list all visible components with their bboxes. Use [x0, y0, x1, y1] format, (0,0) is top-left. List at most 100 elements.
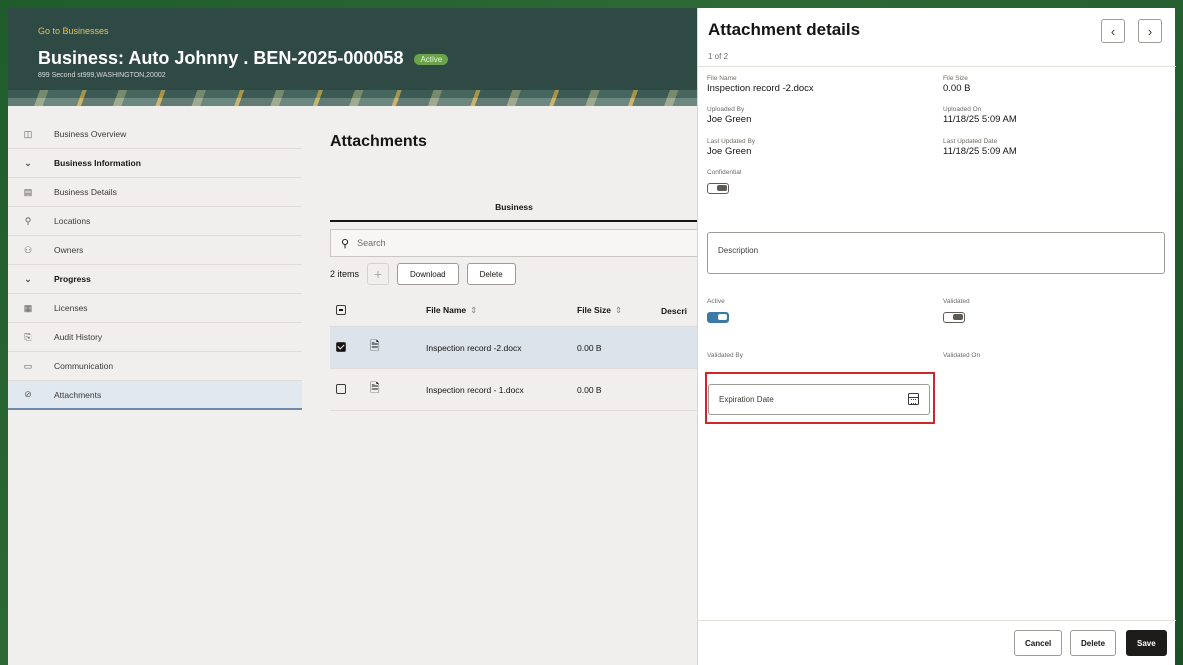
- file-size-value: 0.00 B: [943, 83, 971, 94]
- sidebar-item-business-details[interactable]: ▤ Business Details: [8, 178, 302, 207]
- file-size-cell: 0.00 B: [577, 342, 602, 353]
- sidebar-item-label: Business Overview: [54, 129, 127, 139]
- items-count: 2 items: [330, 269, 360, 279]
- confidential-toggle[interactable]: [707, 183, 729, 194]
- sidebar-item-label: Owners: [54, 245, 84, 255]
- row-checkbox[interactable]: [336, 383, 346, 394]
- sidebar-item-locations[interactable]: ⚲ Locations: [8, 207, 302, 236]
- file-name-label: File Name: [707, 75, 737, 82]
- add-button[interactable]: +: [367, 263, 390, 285]
- description-field[interactable]: Description: [707, 232, 1165, 274]
- table-row[interactable]: 🗎 Inspection record -2.docx 0.00 B: [330, 327, 698, 369]
- previous-button[interactable]: ‹: [1101, 19, 1125, 43]
- audit-icon: ⎘: [24, 331, 32, 342]
- delete-button[interactable]: Delete: [466, 263, 516, 285]
- sidebar-item-label: Locations: [54, 216, 91, 226]
- sidebar-item-attachments[interactable]: ⊘ Attachments: [8, 381, 302, 410]
- sidebar-item-label: Audit History: [54, 332, 103, 342]
- select-all-checkbox[interactable]: [336, 304, 346, 315]
- save-button[interactable]: Save: [1126, 630, 1167, 656]
- chevron-down-icon: ⌄: [24, 273, 32, 284]
- table-header-row: File Name ⇕ File Size ⇕ Descri: [330, 295, 698, 327]
- column-header-file-name[interactable]: File Name ⇕: [426, 305, 577, 316]
- column-header-description[interactable]: Descri: [661, 306, 698, 316]
- record-counter: 1 of 2: [708, 52, 729, 61]
- last-updated-date-value: 11/18/25 5:09 AM: [943, 146, 1017, 157]
- expiration-date-label: Expiration Date: [719, 395, 774, 404]
- status-badge: Active: [414, 53, 449, 65]
- sidebar-item-owners[interactable]: ⚇ Owners: [8, 236, 302, 265]
- content-title: Attachments: [330, 133, 427, 150]
- file-name-value: Inspection record -2.docx: [707, 83, 814, 94]
- row-checkbox[interactable]: [336, 341, 346, 352]
- chevron-down-icon: ⌄: [24, 157, 32, 168]
- paperclip-icon: ⊘: [24, 389, 32, 399]
- attachments-table: File Name ⇕ File Size ⇕ Descri 🗎 Inspectio…: [330, 295, 698, 411]
- validated-on-label: Validated On: [943, 352, 981, 359]
- file-name-cell: Inspection record - 1.docx: [426, 384, 524, 395]
- column-header-file-size[interactable]: File Size ⇕: [577, 305, 661, 316]
- search-input[interactable]: ⚲ Search: [330, 229, 698, 257]
- file-size-label: File Size: [943, 75, 968, 82]
- sidebar-section-progress[interactable]: ⌄ Progress: [8, 265, 302, 294]
- page-header: Go to Businesses Business: Auto Johnny .…: [8, 8, 698, 98]
- footer-divider: [698, 620, 1176, 621]
- sidebar-item-communication[interactable]: ▭ Communication: [8, 352, 302, 381]
- sidebar-item-label: Communication: [54, 361, 114, 371]
- sidebar-item-label: Attachments: [54, 389, 102, 400]
- sidebar-item-business-overview[interactable]: ◫ Business Overview: [8, 120, 302, 149]
- delete-button[interactable]: Delete: [1070, 630, 1117, 656]
- confidential-label: Confidential: [707, 169, 742, 176]
- document-icon: 🗎: [370, 381, 380, 395]
- header-decoration: [8, 90, 698, 106]
- sidebar: ◫ Business Overview ⌄ Business Informati…: [8, 120, 302, 410]
- last-updated-date-label: Last Updated Date: [943, 138, 998, 145]
- uploaded-on-label: Uploaded On: [943, 106, 982, 113]
- main-app: Go to Businesses Business: Auto Johnny .…: [8, 8, 698, 665]
- divider: [698, 66, 1176, 67]
- active-label: Active: [707, 298, 725, 305]
- file-size-cell: 0.00 B: [577, 384, 602, 395]
- sidebar-item-label: Progress: [54, 274, 91, 284]
- sidebar-item-audit-history[interactable]: ⎘ Audit History: [8, 323, 302, 352]
- next-button[interactable]: ›: [1138, 19, 1162, 43]
- uploaded-by-value: Joe Green: [707, 114, 752, 125]
- cancel-button[interactable]: Cancel: [1014, 630, 1063, 656]
- sidebar-item-label: Business Information: [54, 158, 141, 168]
- document-icon: 🗎: [370, 339, 380, 353]
- file-name-cell: Inspection record -2.docx: [426, 342, 522, 353]
- owners-icon: ⚇: [23, 244, 33, 255]
- validated-toggle[interactable]: [943, 312, 965, 323]
- business-address: 899 Second st999,WASHINGTON,20002: [38, 72, 166, 79]
- chevron-left-icon: ‹: [1110, 23, 1116, 39]
- table-row[interactable]: 🗎 Inspection record - 1.docx 0.00 B: [330, 369, 698, 411]
- active-toggle[interactable]: [707, 312, 729, 323]
- license-icon: ▦: [23, 302, 33, 313]
- calendar-icon[interactable]: [908, 393, 919, 405]
- sort-icon[interactable]: ⇕: [615, 305, 622, 315]
- tab-business[interactable]: Business: [330, 202, 698, 222]
- table-toolbar: 2 items + Download Delete: [330, 262, 516, 286]
- last-updated-by-label: Last Updated By: [707, 138, 756, 145]
- chevron-right-icon: ›: [1147, 23, 1153, 39]
- sidebar-item-label: Business Details: [54, 187, 117, 197]
- last-updated-by-value: Joe Green: [707, 146, 752, 157]
- sidebar-item-licenses[interactable]: ▦ Licenses: [8, 294, 302, 323]
- overview-icon: ◫: [23, 128, 33, 139]
- page-title: Business: Auto Johnny . BEN-2025-000058 …: [38, 48, 449, 69]
- attachment-details-drawer: Attachment details 1 of 2 ‹ › File Name …: [697, 8, 1176, 665]
- uploaded-by-label: Uploaded By: [707, 106, 745, 113]
- go-to-businesses-link[interactable]: Go to Businesses: [38, 26, 109, 36]
- expiration-date-field[interactable]: Expiration Date: [708, 384, 930, 415]
- message-icon: ▭: [23, 360, 33, 371]
- sort-icon[interactable]: ⇕: [470, 305, 477, 315]
- download-button[interactable]: Download: [397, 263, 459, 285]
- validated-by-label: Validated By: [707, 352, 744, 359]
- location-pin-icon: ⚲: [24, 215, 32, 226]
- sidebar-item-label: Licenses: [54, 303, 88, 313]
- validated-label: Validated: [943, 298, 970, 305]
- search-placeholder: Search: [357, 238, 386, 248]
- business-title-text: Business: Auto Johnny . BEN-2025-000058: [38, 48, 404, 68]
- sidebar-section-business-information[interactable]: ⌄ Business Information: [8, 149, 302, 178]
- building-icon: ▤: [23, 186, 33, 197]
